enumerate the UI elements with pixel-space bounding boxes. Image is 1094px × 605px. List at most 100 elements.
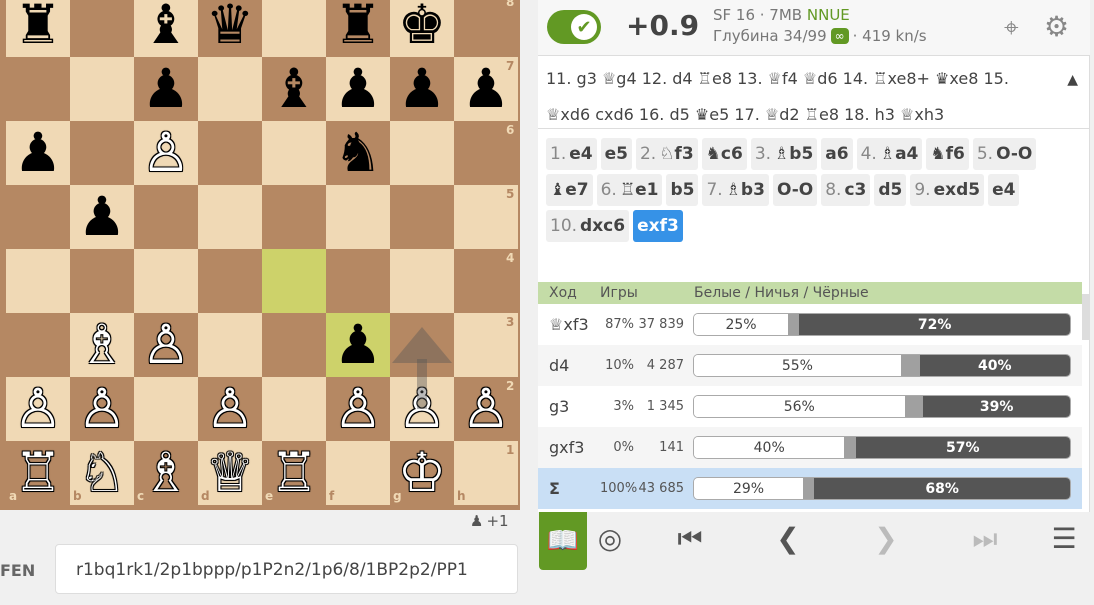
black-piece-a6[interactable]: ♟ (6, 121, 70, 185)
first-move-icon[interactable]: ⏮ (670, 522, 710, 556)
square-b8[interactable] (70, 0, 134, 57)
square-d3[interactable] (198, 313, 262, 377)
prev-move-icon[interactable]: ❮ (768, 522, 808, 555)
square-b4[interactable] (70, 249, 134, 313)
next-move-icon[interactable]: ❯ (866, 522, 906, 555)
square-a3[interactable] (6, 313, 70, 377)
move-3[interactable]: ♞c6 (701, 138, 747, 170)
white-piece-d2[interactable]: ♙ (198, 377, 262, 441)
white-piece-a1[interactable]: ♖ (6, 441, 70, 505)
square-f1[interactable] (326, 441, 390, 505)
explorer-row[interactable]: g3 3% 1 345 56% 39% (538, 386, 1082, 427)
black-piece-d8[interactable]: ♛ (198, 0, 262, 57)
square-a4[interactable] (6, 249, 70, 313)
move-2[interactable]: 2. ♘f3 (635, 138, 698, 170)
move-18[interactable]: 10. dxc6 (546, 210, 630, 242)
explorer-row[interactable]: gxf3 0% 141 40% 57% (538, 427, 1082, 468)
square-e8[interactable] (262, 0, 326, 57)
square-f4[interactable] (326, 249, 390, 313)
collapse-arrow-icon[interactable]: ▲ (1067, 62, 1078, 98)
black-piece-g8[interactable]: ♚ (390, 0, 454, 57)
square-b6[interactable] (70, 121, 134, 185)
move-5[interactable]: a6 (821, 138, 853, 170)
white-piece-c6[interactable]: ♙ (134, 121, 198, 185)
square-e2[interactable] (262, 377, 326, 441)
square-a5[interactable] (6, 185, 70, 249)
move-15[interactable]: d5 (874, 174, 907, 206)
black-piece-b5[interactable]: ♟ (70, 185, 134, 249)
move-4[interactable]: 3. ♗b5 (750, 138, 818, 170)
white-piece-b1[interactable]: ♘ (70, 441, 134, 505)
square-d5[interactable] (198, 185, 262, 249)
white-piece-c1[interactable]: ♗ (134, 441, 198, 505)
move-14[interactable]: 8. c3 (821, 174, 871, 206)
square-c5[interactable] (134, 185, 198, 249)
black-piece-g7[interactable]: ♟ (390, 57, 454, 121)
menu-icon[interactable]: ☰ (1044, 522, 1084, 555)
white-piece-g2[interactable]: ♙ (390, 377, 454, 441)
fen-input[interactable]: r1bq1rk1/2p1bppp/p1P2n2/1p6/8/1BP2p2/PP1 (55, 544, 518, 594)
black-piece-f8[interactable]: ♜ (326, 0, 390, 57)
explorer-row[interactable]: ♕xf3 87% 37 839 25% 72% (538, 304, 1082, 345)
black-piece-c7[interactable]: ♟ (134, 57, 198, 121)
engine-toggle[interactable]: ✔ (547, 10, 601, 44)
square-g4[interactable] (390, 249, 454, 313)
move-0[interactable]: 1. e4 (546, 138, 597, 170)
white-piece-e1[interactable]: ♖ (262, 441, 326, 505)
chessboard[interactable]: 8 7 6 5 4 3 2 1 a b c d e f g h ♜ ♝ ♛ ♜ ♚ ♟ ♝ ♟ ♟ ♟ ♟ ♙ ♞ ♟ ♗ ♙ ♟ ♙ ♙ ♙ ♙ ♙ ♙ ♖… (6, 0, 518, 505)
white-piece-a2[interactable]: ♙ (6, 377, 70, 441)
square-c2[interactable] (134, 377, 198, 441)
white-piece-d1[interactable]: ♕ (198, 441, 262, 505)
square-e5[interactable] (262, 185, 326, 249)
last-move-icon[interactable]: ⏭ (965, 522, 1005, 556)
square-d6[interactable] (198, 121, 262, 185)
rank-label: 1 (506, 443, 515, 457)
move-13[interactable]: O-O (772, 174, 818, 206)
white-piece-g1[interactable]: ♔ (390, 441, 454, 505)
square-g3[interactable] (390, 313, 454, 377)
square-g5[interactable] (390, 185, 454, 249)
white-piece-f2[interactable]: ♙ (326, 377, 390, 441)
black-piece-h7[interactable]: ♟ (454, 57, 518, 121)
move-16[interactable]: 9. exd5 (910, 174, 985, 206)
square-e6[interactable] (262, 121, 326, 185)
white-piece-b3[interactable]: ♗ (70, 313, 134, 377)
practice-icon[interactable]: ◎ (590, 522, 630, 555)
white-piece-c3[interactable]: ♙ (134, 313, 198, 377)
explorer-scrollbar[interactable] (1082, 294, 1090, 340)
square-b7[interactable] (70, 57, 134, 121)
move-17[interactable]: e4 (988, 174, 1020, 206)
black-piece-f6[interactable]: ♞ (326, 121, 390, 185)
white-piece-b2[interactable]: ♙ (70, 377, 134, 441)
square-a7[interactable] (6, 57, 70, 121)
principal-variation[interactable]: 11. g3 ♕g4 12. d4 ♖e8 13. ♕f4 ♕d6 14. ♖x… (538, 57, 1090, 129)
move-1[interactable]: e5 (600, 138, 632, 170)
move-8[interactable]: 5. O-O (972, 138, 1037, 170)
white-piece-h2[interactable]: ♙ (454, 377, 518, 441)
move-9[interactable]: ♝e7 (546, 174, 593, 206)
move-6[interactable]: 4. ♗a4 (856, 138, 923, 170)
square-f5[interactable] (326, 185, 390, 249)
infinite-analysis-badge[interactable]: ∞ (830, 28, 849, 44)
square-d4[interactable] (198, 249, 262, 313)
book-icon[interactable]: 📖 (539, 512, 587, 570)
square-c4[interactable] (134, 249, 198, 313)
black-piece-c8[interactable]: ♝ (134, 0, 198, 57)
move-12[interactable]: 7. ♗b3 (702, 174, 769, 206)
target-icon[interactable]: ⌖ (1004, 13, 1019, 44)
move-10[interactable]: 6. ♖e1 (596, 174, 663, 206)
square-e4[interactable] (262, 249, 326, 313)
move-7[interactable]: ♞f6 (926, 138, 969, 170)
black-piece-f3[interactable]: ♟ (326, 313, 390, 377)
square-g6[interactable] (390, 121, 454, 185)
black-piece-f7[interactable]: ♟ (326, 57, 390, 121)
square-e3[interactable] (262, 313, 326, 377)
move-11[interactable]: b5 (666, 174, 699, 206)
explorer-row[interactable]: d4 10% 4 287 55% 40% (538, 345, 1082, 386)
black-piece-e7[interactable]: ♝ (262, 57, 326, 121)
black-piece-a8[interactable]: ♜ (6, 0, 70, 57)
gear-icon[interactable]: ⚙ (1044, 10, 1069, 43)
move-san: exd5 (933, 180, 981, 200)
move-19[interactable]: exf3 (633, 210, 683, 242)
square-d7[interactable] (198, 57, 262, 121)
